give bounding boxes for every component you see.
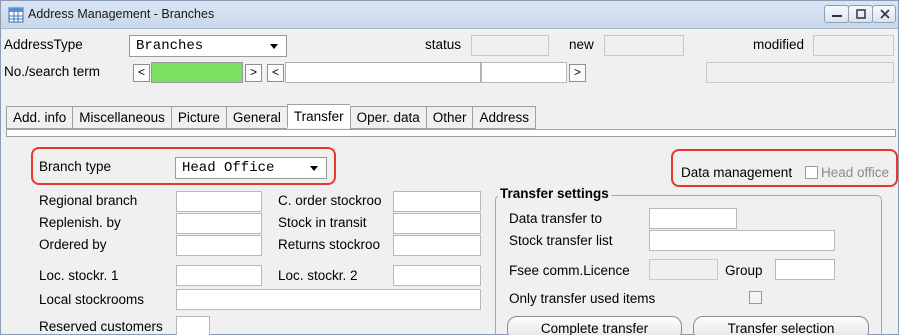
search-number-input[interactable]: [151, 62, 243, 83]
search-term-input-frame: [285, 62, 481, 83]
ordered-by-label: Ordered by: [39, 237, 107, 252]
regional-branch-label: Regional branch: [39, 193, 138, 208]
stock-in-transit-label: Stock in transit: [278, 215, 367, 230]
data-transfer-to-label: Data transfer to: [509, 211, 603, 226]
maximize-icon: [856, 9, 866, 19]
data-management-label: Data management: [681, 165, 793, 180]
c-order-stockroom-field[interactable]: [393, 191, 481, 212]
transfer-settings-title: Transfer settings: [498, 186, 611, 201]
only-used-items-checkbox[interactable]: [749, 291, 762, 304]
stock-transfer-list-label: Stock transfer list: [509, 233, 613, 248]
branch-type-select[interactable]: Head Office: [175, 157, 327, 179]
status-label: status: [425, 37, 462, 52]
search-extra-input[interactable]: [481, 62, 567, 83]
search-prev2-button[interactable]: <: [267, 64, 284, 82]
tab-panel-top: [6, 129, 896, 137]
only-used-items-label: Only transfer used items: [509, 291, 656, 306]
search-result-field: [706, 62, 894, 83]
c-order-stockroom-label: C. order stockroo: [278, 193, 382, 208]
replenish-by-label: Replenish. by: [39, 215, 121, 230]
stock-in-transit-field[interactable]: [393, 213, 481, 234]
fsee-licence-label: Fsee comm.Licence: [509, 263, 630, 278]
tab-add-info[interactable]: Add. info: [6, 106, 73, 129]
group-label: Group: [725, 263, 763, 278]
tab-transfer[interactable]: Transfer: [286, 104, 350, 128]
search-term-label: No./search term: [4, 64, 101, 79]
new-label: new: [569, 37, 594, 52]
address-type-select[interactable]: Branches: [129, 35, 287, 57]
chevron-down-icon: [270, 44, 278, 49]
address-type-label: AddressType: [4, 37, 83, 52]
tab-address[interactable]: Address: [472, 106, 537, 129]
tab-bar: Add. info Miscellaneous Picture General …: [6, 104, 537, 130]
reserved-customers-label: Reserved customers: [39, 319, 163, 334]
loc-stockr-1-label: Loc. stockr. 1: [39, 268, 119, 283]
ordered-by-field[interactable]: [176, 235, 262, 256]
title-bar: Address Management - Branches: [1, 1, 898, 29]
minimize-button[interactable]: [824, 5, 849, 23]
search-prev-button[interactable]: <: [133, 64, 150, 82]
tab-miscellaneous[interactable]: Miscellaneous: [72, 106, 171, 129]
tab-general[interactable]: General: [225, 106, 287, 129]
chevron-down-icon: [310, 166, 318, 171]
branch-type-value: Head Office: [182, 160, 275, 176]
head-office-label: Head office: [821, 165, 890, 180]
data-transfer-to-field[interactable]: [649, 208, 737, 229]
close-icon: [880, 9, 890, 19]
returns-stockroom-label: Returns stockroo: [278, 237, 381, 252]
maximize-button[interactable]: [848, 5, 873, 23]
search-next-button[interactable]: >: [245, 64, 262, 82]
transfer-selection-button[interactable]: Transfer selection: [693, 316, 869, 335]
search-next2-button[interactable]: >: [569, 64, 586, 82]
loc-stockr-2-label: Loc. stockr. 2: [278, 268, 358, 283]
address-type-value: Branches: [136, 38, 204, 54]
local-stockrooms-label: Local stockrooms: [39, 292, 145, 307]
regional-branch-field[interactable]: [176, 191, 262, 212]
modified-label: modified: [753, 37, 805, 52]
local-stockrooms-field[interactable]: [176, 289, 481, 310]
fsee-licence-field: [649, 259, 718, 280]
new-field: [604, 35, 684, 56]
minimize-icon: [832, 15, 842, 17]
stock-transfer-list-field[interactable]: [649, 230, 835, 251]
complete-transfer-button[interactable]: Complete transfer: [507, 316, 682, 335]
replenish-by-field[interactable]: [176, 213, 262, 234]
close-button[interactable]: [872, 5, 896, 23]
returns-stockroom-field[interactable]: [393, 235, 481, 256]
tab-other[interactable]: Other: [425, 106, 473, 129]
status-field: [471, 35, 549, 56]
tab-oper-data[interactable]: Oper. data: [349, 106, 426, 129]
app-grid-icon: [8, 7, 24, 23]
tab-picture[interactable]: Picture: [170, 106, 226, 129]
window-title: Address Management - Branches: [28, 7, 215, 21]
head-office-checkbox[interactable]: [805, 166, 818, 179]
address-management-window: Address Management - Branches AddressTyp…: [0, 0, 899, 335]
branch-type-label: Branch type: [39, 159, 112, 174]
modified-field: [813, 35, 894, 56]
loc-stockr-1-field[interactable]: [176, 265, 262, 286]
loc-stockr-2-field[interactable]: [393, 265, 481, 286]
reserved-customers-field[interactable]: [176, 316, 210, 335]
group-field[interactable]: [775, 259, 835, 280]
